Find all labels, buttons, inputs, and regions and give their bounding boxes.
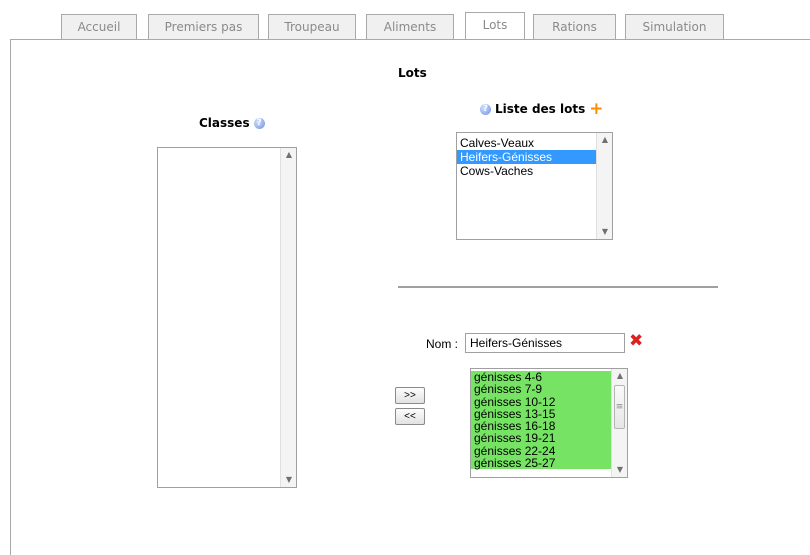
tab-bar: Accueil Premiers pas Troupeau Aliments L…: [0, 0, 810, 40]
lots-label: Liste des lots: [495, 102, 586, 116]
lot-classes-scrollbar[interactable]: ▲ ▼: [611, 369, 627, 477]
classes-scrollbar[interactable]: ▲ ▼: [280, 148, 296, 487]
tab-troupeau[interactable]: Troupeau: [268, 14, 356, 39]
lots-listbox[interactable]: Calves-Veaux Heifers-Génisses Cows-Vache…: [456, 132, 613, 240]
content-frame-border: [10, 39, 11, 555]
class-option[interactable]: génisses 25-27: [471, 457, 611, 470]
plus-icon[interactable]: +: [589, 101, 603, 118]
lot-option[interactable]: Cows-Vaches: [457, 164, 596, 178]
section-divider: [398, 286, 718, 288]
x-icon[interactable]: ✖: [629, 331, 643, 351]
tab-accueil[interactable]: Accueil: [61, 14, 137, 39]
nom-input[interactable]: Heifers-Génisses: [465, 333, 625, 353]
help-icon[interactable]: ?: [480, 103, 491, 115]
page-title: Lots: [398, 66, 427, 80]
scroll-up-icon[interactable]: ▲: [281, 148, 297, 162]
tab-rations[interactable]: Rations: [533, 14, 616, 39]
scroll-down-icon[interactable]: ▼: [281, 473, 297, 487]
lot-classes-listbox[interactable]: génisses 4-6 génisses 7-9 génisses 10-12…: [470, 368, 628, 478]
help-icon[interactable]: ?: [253, 117, 265, 129]
lot-option[interactable]: Calves-Veaux: [457, 136, 596, 150]
classes-label: Classes: [199, 116, 250, 130]
tab-underline: [10, 39, 810, 40]
classes-heading: Classes ?: [199, 116, 265, 130]
nom-label: Nom :: [426, 337, 459, 351]
scroll-up-icon[interactable]: ▲: [612, 369, 627, 383]
class-option[interactable]: génisses 7-9: [471, 383, 611, 396]
class-option[interactable]: génisses 19-21: [471, 432, 611, 445]
lot-option-selected[interactable]: Heifers-Génisses: [457, 150, 596, 164]
scroll-thumb[interactable]: [614, 385, 625, 429]
tab-premiers-pas[interactable]: Premiers pas: [148, 14, 259, 39]
scroll-down-icon[interactable]: ▼: [612, 463, 627, 477]
tab-aliments[interactable]: Aliments: [366, 14, 454, 39]
tab-simulation[interactable]: Simulation: [625, 14, 724, 39]
remove-class-button[interactable]: <<: [395, 408, 425, 425]
scroll-down-icon[interactable]: ▼: [597, 225, 613, 239]
scroll-up-icon[interactable]: ▲: [597, 133, 613, 147]
lots-heading: ? Liste des lots +: [480, 101, 604, 118]
add-class-button[interactable]: >>: [395, 387, 425, 404]
lots-scrollbar[interactable]: ▲ ▼: [596, 133, 612, 239]
tab-lots[interactable]: Lots: [465, 12, 525, 39]
classes-listbox[interactable]: ▲ ▼: [157, 147, 297, 488]
